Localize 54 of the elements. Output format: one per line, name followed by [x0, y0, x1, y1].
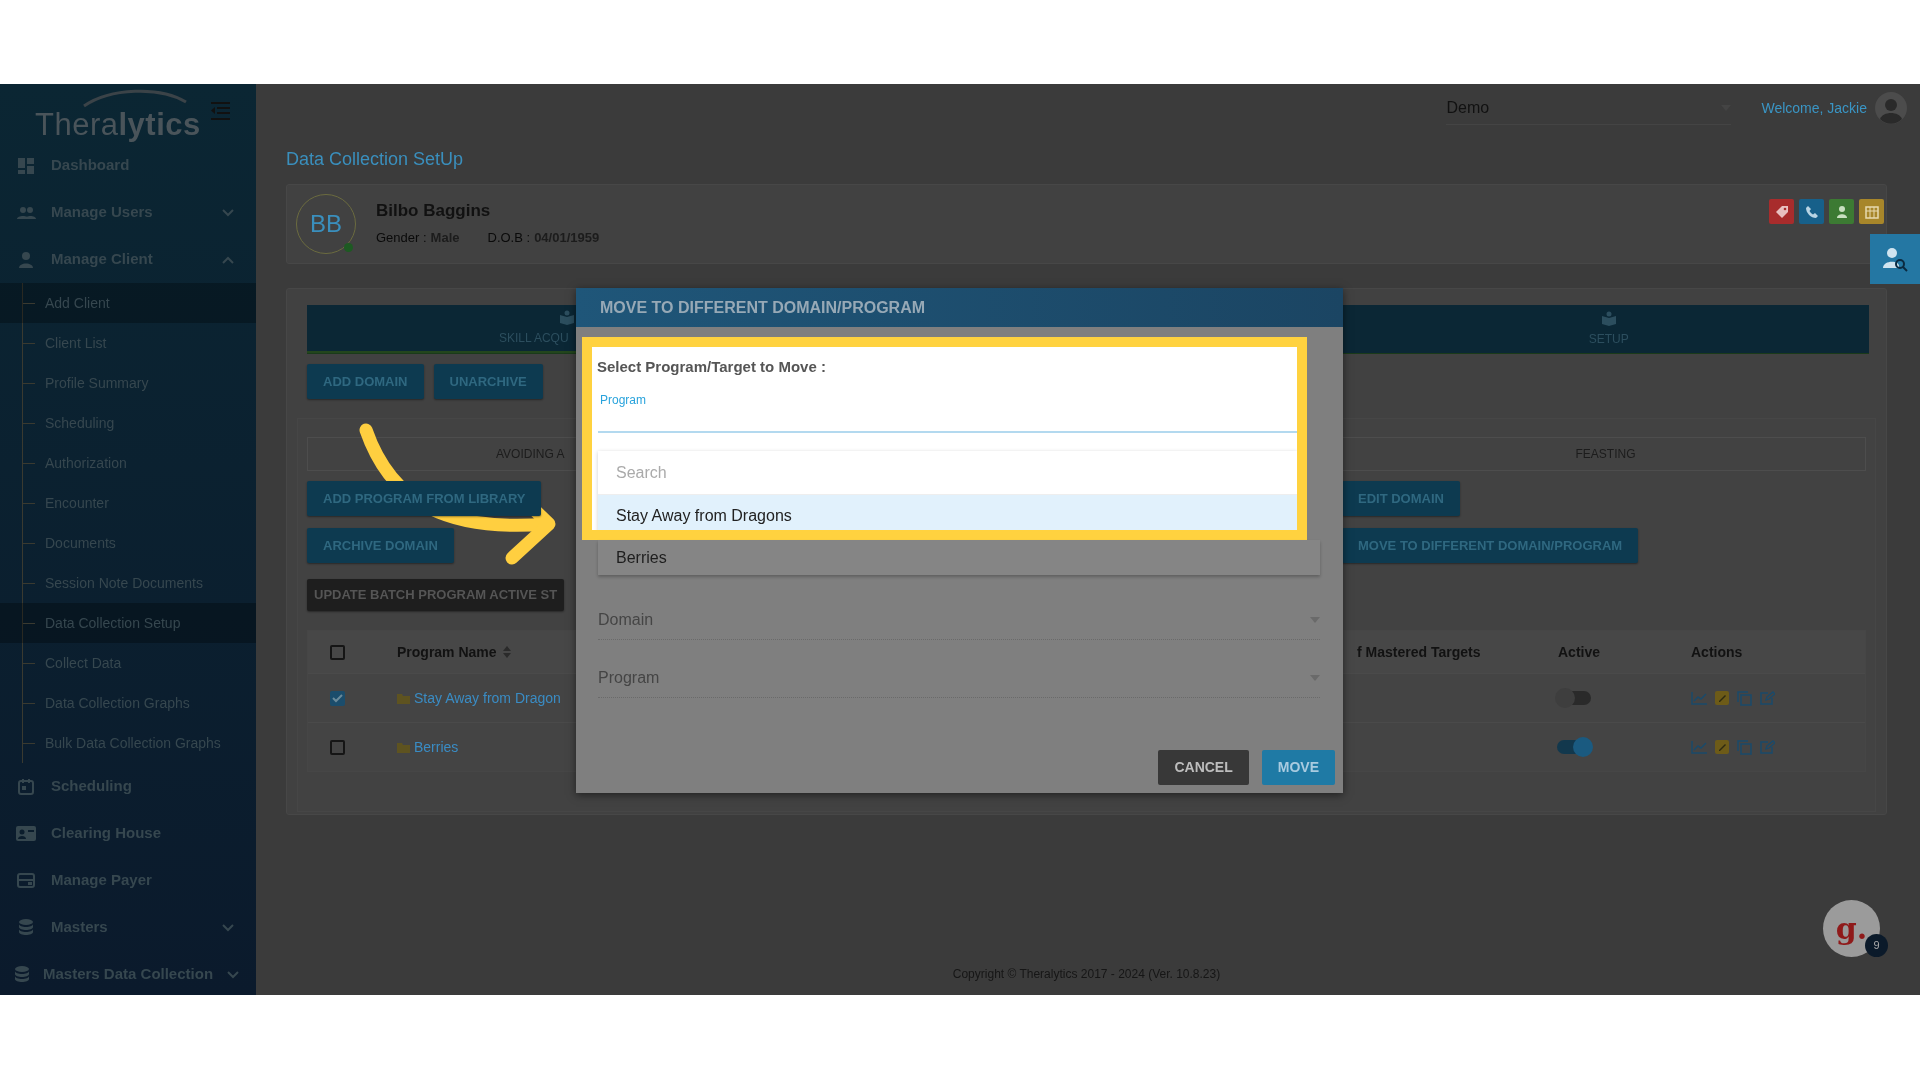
calendar-icon: [18, 778, 34, 795]
toggle-switch[interactable]: [1557, 740, 1591, 754]
phone-icon: [1803, 203, 1820, 220]
id-card-icon: [16, 826, 36, 841]
database-icon: [19, 919, 33, 936]
folder-icon: [397, 741, 410, 753]
program-link[interactable]: Berries: [414, 736, 459, 758]
dashboard-icon: [18, 157, 34, 174]
book-reader-icon: [1600, 310, 1617, 327]
dropdown-option[interactable]: Stay Away from Dragons: [598, 495, 1297, 530]
copy-icon[interactable]: [1737, 690, 1752, 706]
move-button[interactable]: MOVE: [1261, 750, 1335, 785]
modal-title: MOVE TO DIFFERENT DOMAIN/PROGRAM: [576, 288, 1343, 327]
phone-button[interactable]: [1799, 199, 1824, 224]
book-reader-icon: [559, 309, 575, 326]
checkbox[interactable]: [330, 644, 345, 660]
select-field[interactable]: Program: [598, 665, 1310, 690]
user-search-icon: [1882, 246, 1908, 272]
logo-text: Theralytics: [35, 108, 201, 140]
menu-icon[interactable]: [211, 102, 230, 121]
checkbox[interactable]: [330, 690, 345, 706]
search-field[interactable]: Search: [598, 451, 1297, 495]
tag-button[interactable]: [1769, 199, 1794, 224]
page-title: Data Collection SetUp: [286, 148, 465, 171]
program-link[interactable]: Stay Away from Dragon: [414, 687, 561, 709]
users-icon: [16, 206, 36, 219]
user-button[interactable]: [1829, 199, 1854, 224]
avatar-icon[interactable]: [1875, 92, 1907, 124]
field-label: Program: [600, 392, 647, 409]
calendar-button[interactable]: [1859, 199, 1884, 224]
cancel-button[interactable]: CANCEL: [1158, 750, 1249, 785]
folder-icon: [397, 692, 410, 704]
welcome-text: Welcome, Jackie: [1761, 98, 1867, 118]
note-icon[interactable]: [1715, 691, 1729, 705]
checkbox[interactable]: [330, 739, 345, 755]
line-chart-icon[interactable]: [1691, 740, 1707, 754]
check-icon: [332, 693, 343, 703]
toggle-switch[interactable]: [1557, 691, 1591, 705]
card-icon: [17, 873, 35, 888]
edit-icon[interactable]: [1760, 691, 1775, 705]
modal-heading: Select Program/Target to Move :: [596, 357, 827, 377]
calendar-icon: [1863, 203, 1880, 220]
client-search-tab[interactable]: [1870, 234, 1920, 284]
note-icon[interactable]: [1715, 740, 1729, 754]
user-icon: [19, 251, 33, 268]
database-icon: [15, 966, 29, 983]
sort-icon[interactable]: [502, 646, 511, 658]
select-field[interactable]: Domain: [598, 607, 1310, 632]
line-chart-icon[interactable]: [1691, 691, 1707, 705]
copy-icon[interactable]: [1737, 739, 1752, 755]
dob-label: D.O.B :: [487, 229, 531, 248]
dropdown-option[interactable]: Berries: [598, 540, 1320, 575]
edit-icon[interactable]: [1760, 740, 1775, 754]
gender-label: Gender :: [376, 229, 427, 248]
